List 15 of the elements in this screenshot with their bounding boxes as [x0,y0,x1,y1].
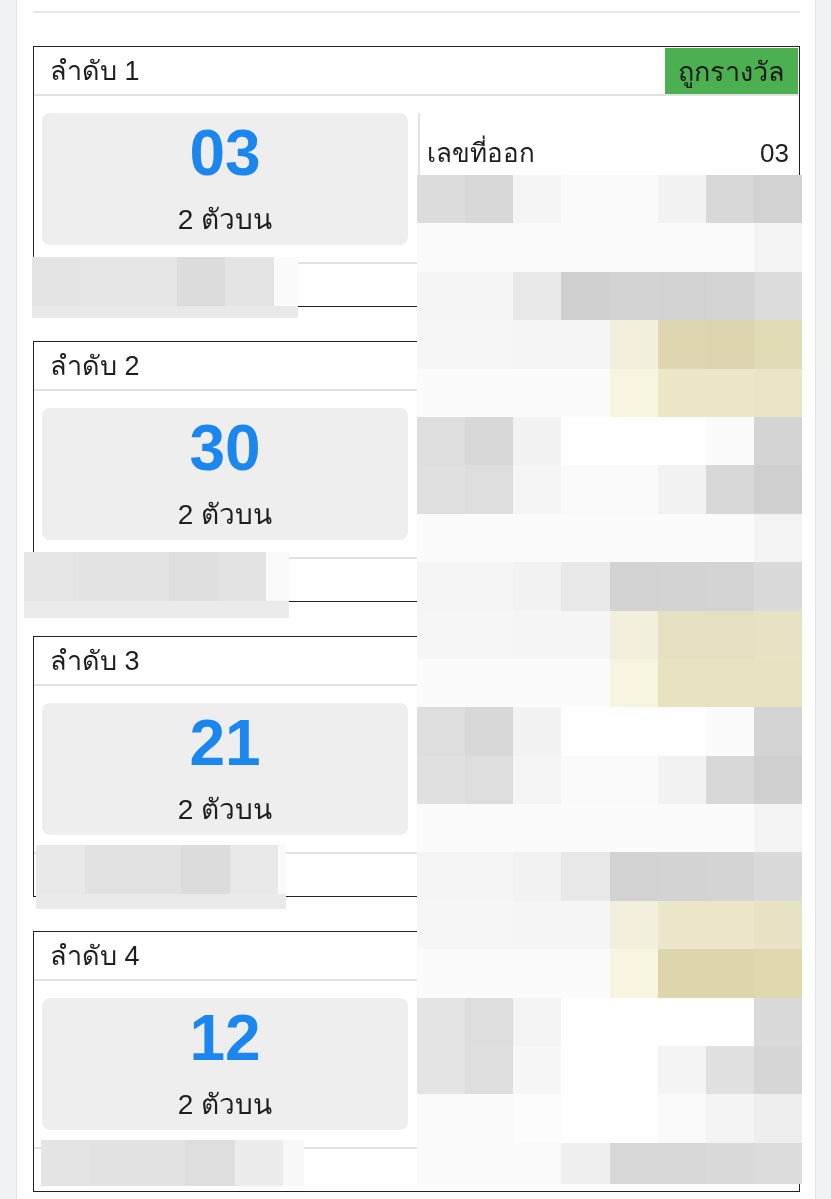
bet-type-label: 2 ตัวบน [177,203,273,237]
lottery-number: 30 [189,412,261,484]
result-label: เลขที่ออก [427,136,535,170]
card-title: ลำดับ 3 [49,644,140,678]
lottery-number: 12 [189,1002,261,1074]
bet-type-label: 2 ตัวบน [177,498,273,532]
bet-type-label: 2 ตัวบน [177,1088,273,1122]
card-title: ลำดับ 4 [49,939,140,973]
result-value: 03 [760,137,789,170]
bet-type-label: 2 ตัวบน [177,793,273,827]
lottery-number: 21 [189,707,261,779]
card-title: ลำดับ 2 [49,349,140,383]
prize-badge: ถูกรางวัล [665,48,798,94]
card-title: ลำดับ 1 [49,54,140,88]
lottery-number: 03 [189,117,261,189]
